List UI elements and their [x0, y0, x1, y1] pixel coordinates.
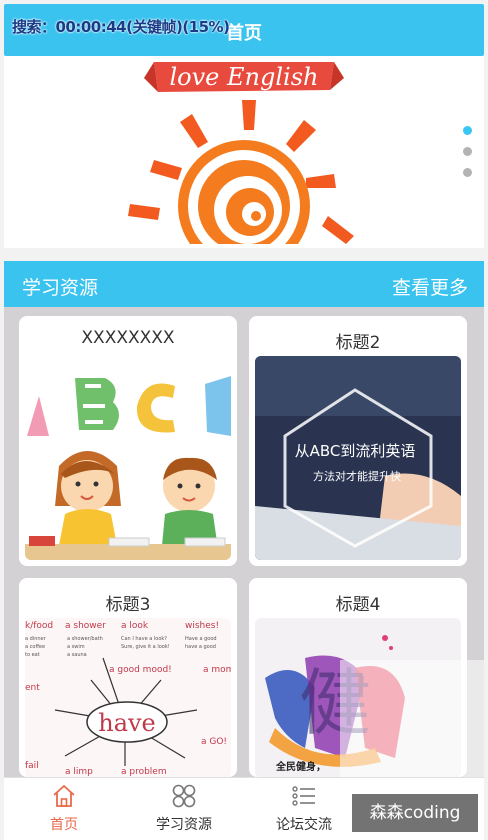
carousel-dot-2[interactable] [463, 147, 472, 156]
section-header: 学习资源 查看更多 [4, 261, 484, 307]
svg-text:a mom: a mom [203, 665, 231, 675]
svg-text:a swim: a swim [67, 644, 85, 650]
top-header: 首页 搜索：00:00:44(关键帧)(15%) [4, 4, 484, 56]
svg-text:a look: a look [121, 621, 149, 631]
nav-label-forum: 论坛交流 [276, 817, 332, 833]
resource-card-3[interactable]: 标题3 k/food a shower a look wishes! a goo… [19, 578, 237, 777]
nav-item-resources[interactable]: 学习资源 [124, 778, 244, 838]
svg-text:Have a good: Have a good [185, 636, 217, 642]
card-title: XXXXXXXX [81, 328, 175, 348]
grid-icon [172, 784, 196, 808]
nav-item-home[interactable]: 首页 [4, 778, 124, 838]
card-title: 标题4 [335, 595, 381, 615]
overlay-text: 搜索：00:00:44(关键帧)(15%) [12, 18, 230, 36]
card-title: 标题3 [105, 595, 151, 615]
watermark-label: 森森coding [352, 794, 478, 832]
card-title: 标题2 [335, 333, 381, 353]
image-subline: 方法对才能提升快 [313, 469, 401, 483]
svg-text:a GO!: a GO! [201, 737, 227, 747]
svg-text:a good mood!: a good mood! [109, 665, 172, 675]
svg-text:k/food: k/food [25, 621, 53, 631]
have-mindmap-image: k/food a shower a look wishes! a good mo… [25, 618, 231, 777]
svg-text:have a good: have a good [185, 644, 216, 650]
banner-carousel[interactable]: love English [4, 56, 484, 248]
svg-text:to eat: to eat [25, 652, 40, 658]
image-center-word: have [98, 709, 156, 737]
logo-text: love English [170, 63, 319, 91]
love-english-banner-image: love English [4, 62, 484, 248]
resource-card-2[interactable]: 标题2 从ABC到流利英语 方法对才能提升快 [249, 316, 467, 566]
view-more-link[interactable]: 查看更多 [392, 273, 468, 300]
svg-text:ent: ent [25, 683, 40, 693]
svg-text:Can I have a look?: Can I have a look? [121, 636, 167, 642]
svg-text:a shower: a shower [65, 621, 106, 631]
svg-text:a dinner: a dinner [25, 636, 47, 642]
nav-label-resources: 学习资源 [156, 817, 212, 833]
nav-item-forum[interactable]: 论坛交流 [244, 778, 364, 838]
svg-text:a shower/bath: a shower/bath [67, 636, 103, 642]
image-headline: 从ABC到流利英语 [295, 442, 416, 460]
section-title: 学习资源 [22, 277, 99, 299]
nav-label-home: 首页 [50, 817, 78, 833]
abc-kids-image [25, 356, 231, 560]
svg-text:a coffee: a coffee [25, 644, 45, 650]
fade-overlay [340, 660, 484, 780]
abc-fluent-english-image: 从ABC到流利英语 方法对才能提升快 [255, 356, 461, 560]
carousel-dot-3[interactable] [463, 168, 472, 177]
svg-text:a limp: a limp [65, 767, 93, 777]
svg-text:wishes!: wishes! [185, 621, 219, 631]
carousel-indicators [463, 126, 472, 189]
svg-text:fail: fail [25, 761, 39, 771]
resource-card-1[interactable]: XXXXXXXX [19, 316, 237, 566]
svg-text:a problem: a problem [121, 767, 167, 777]
home-icon [53, 785, 75, 807]
svg-text:a sauna: a sauna [67, 652, 87, 658]
image-caption: 全民健身， [275, 760, 326, 773]
svg-text:Sure, give it a look!: Sure, give it a look! [121, 644, 170, 650]
list-icon [292, 786, 315, 806]
carousel-dot-1[interactable] [463, 126, 472, 135]
